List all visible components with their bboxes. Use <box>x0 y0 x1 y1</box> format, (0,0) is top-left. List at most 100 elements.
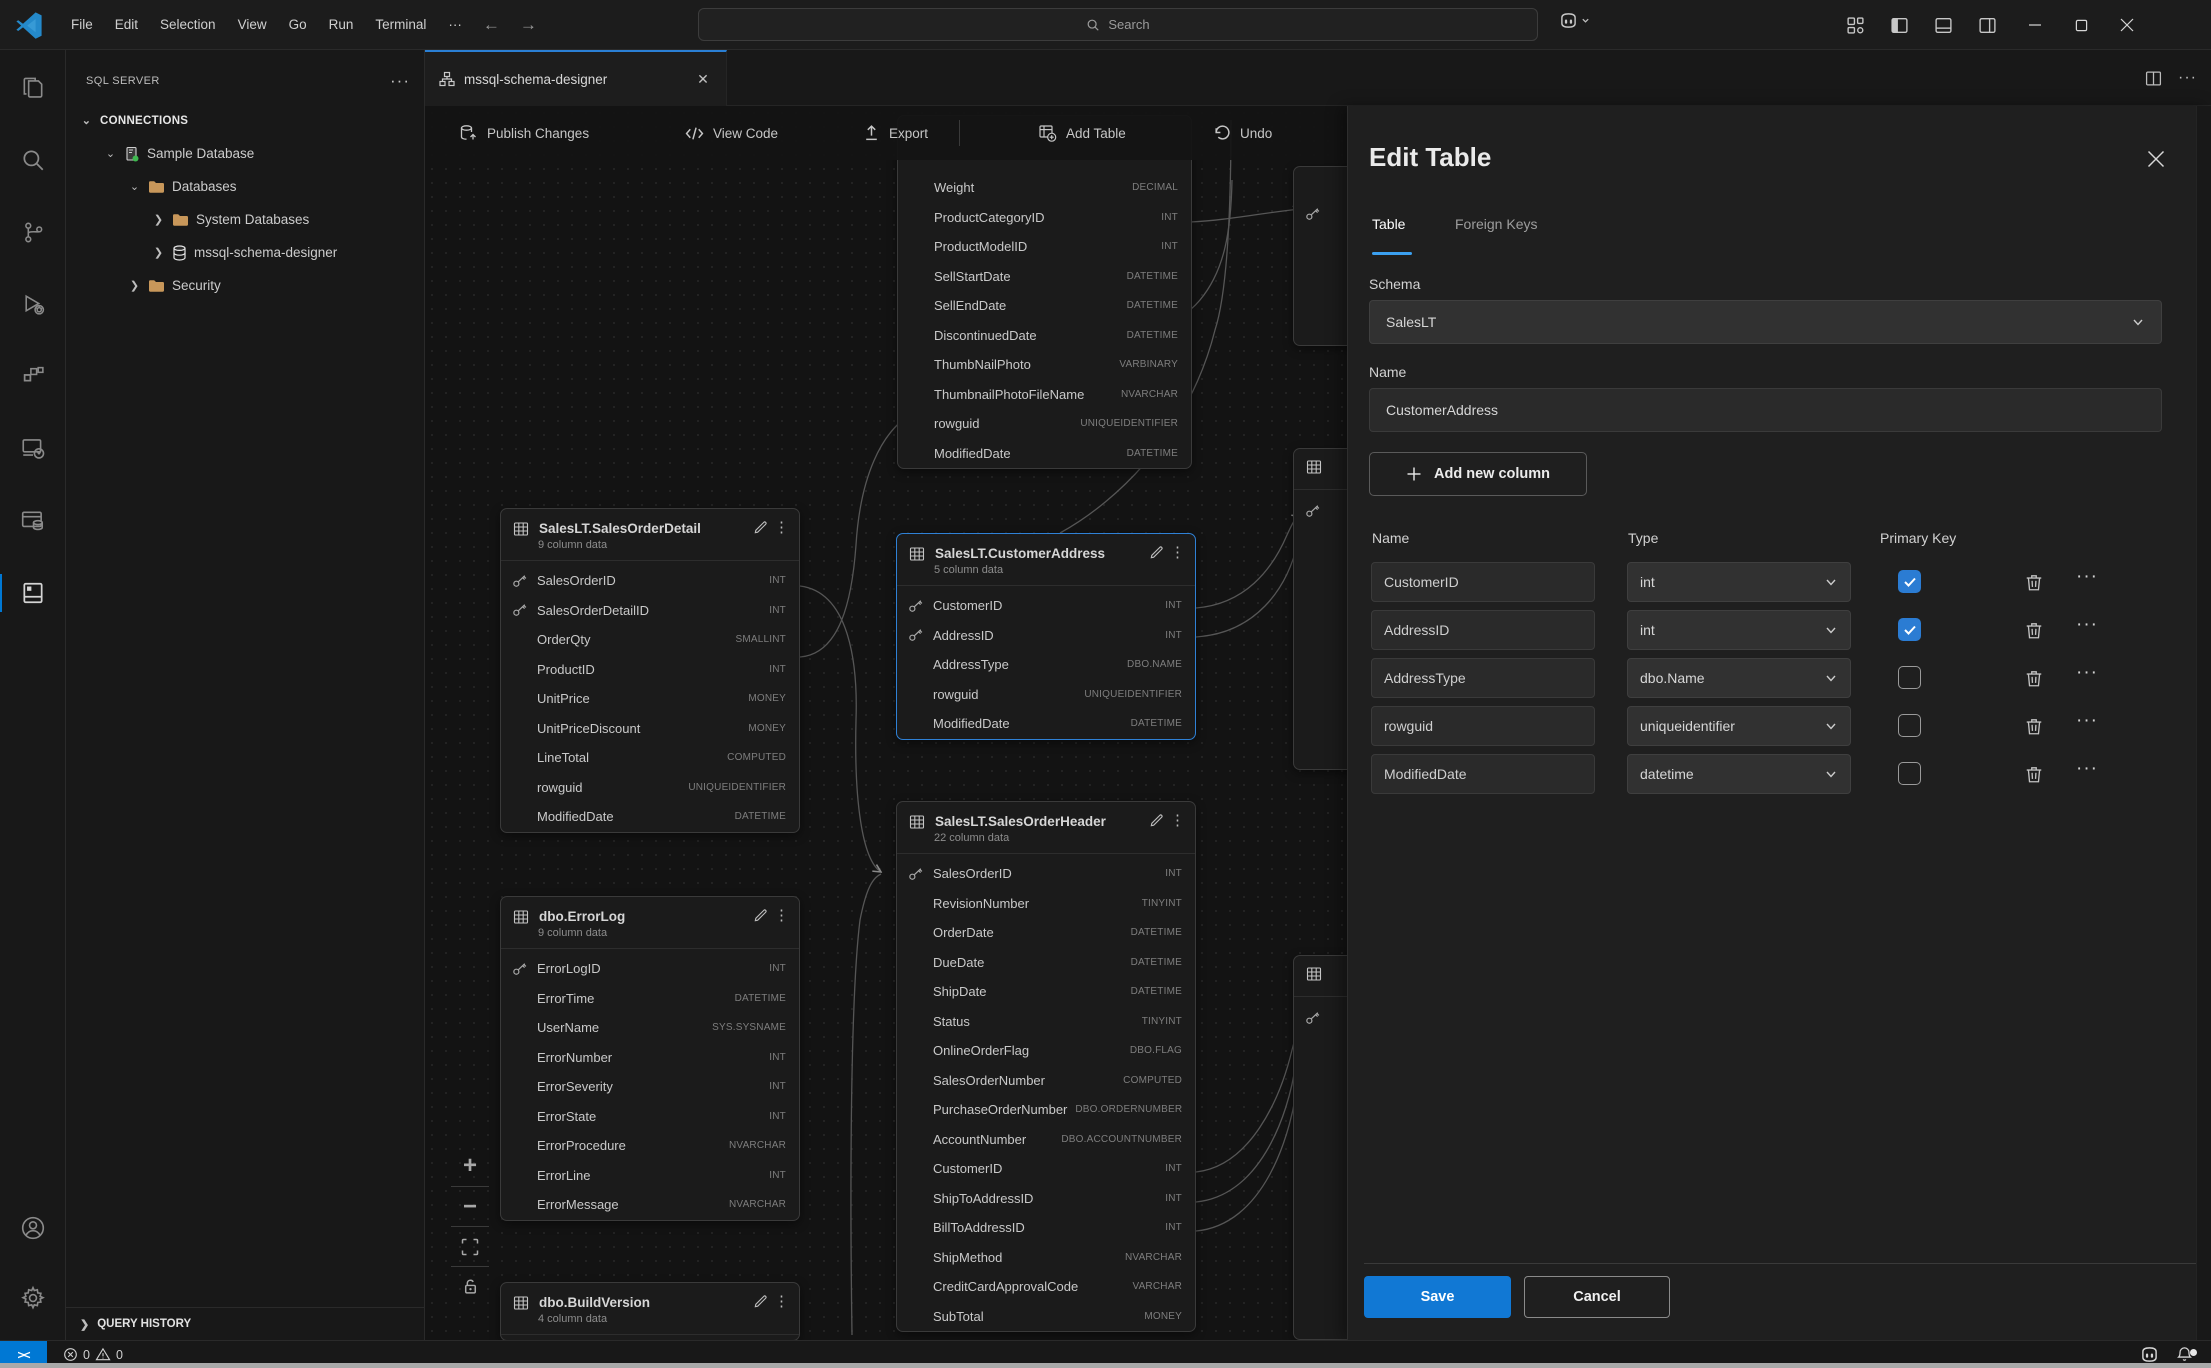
delete-column-icon[interactable] <box>2022 618 2046 642</box>
delete-column-icon[interactable] <box>2022 714 2046 738</box>
table-node-product-partial[interactable]: WeightDECIMALProductCategoryIDINTProduct… <box>897 115 1192 469</box>
primary-key-checkbox[interactable] <box>1898 666 1921 689</box>
sidebar-more-actions-icon[interactable]: ··· <box>390 71 410 91</box>
activity-search-icon[interactable] <box>0 136 66 184</box>
nav-forward-icon[interactable]: → <box>510 15 547 35</box>
column-type-select[interactable]: datetime <box>1627 754 1851 794</box>
toolbar-add-table-button[interactable]: Add Table <box>1030 116 1134 150</box>
column-more-options-icon[interactable]: ··· <box>2076 710 2098 732</box>
menu-go[interactable]: Go <box>278 11 318 38</box>
tree-item-security[interactable]: ❯Security <box>66 269 424 302</box>
toggle-secondary-sidebar-icon[interactable] <box>1970 8 2004 42</box>
zoom-out-button[interactable]: − <box>451 1186 489 1226</box>
edit-table-icon[interactable] <box>753 1294 768 1309</box>
menu-more-icon[interactable]: ··· <box>437 11 473 38</box>
column-more-options-icon[interactable]: ··· <box>2076 614 2098 636</box>
column-name-input[interactable]: AddressID <box>1371 610 1595 650</box>
edit-table-icon[interactable] <box>1149 813 1164 828</box>
toolbar-publish-changes-button[interactable]: Publish Changes <box>451 116 597 150</box>
activity-run-debug-icon[interactable] <box>0 280 66 328</box>
activity-explorer-icon[interactable] <box>0 64 66 112</box>
tab-table[interactable]: Table <box>1372 216 1405 238</box>
menu-selection[interactable]: Selection <box>149 11 227 38</box>
column-more-options-icon[interactable]: ··· <box>2076 758 2098 780</box>
column-name-input[interactable]: CustomerID <box>1371 562 1595 602</box>
table-node-sales-order-header[interactable]: SalesLT.SalesOrderHeader⋮22 column dataS… <box>896 801 1196 1332</box>
edit-table-icon[interactable] <box>1149 545 1164 560</box>
primary-key-checkbox[interactable] <box>1898 714 1921 737</box>
tree-item-system-databases[interactable]: ❯System Databases <box>66 203 424 236</box>
table-node-error-log[interactable]: dbo.ErrorLog⋮9 column dataErrorLogIDINTE… <box>500 896 800 1221</box>
minimize-button[interactable] <box>2012 0 2058 50</box>
tab-mssql-schema-designer[interactable]: mssql-schema-designer ✕ <box>425 50 727 106</box>
tab-foreign-keys[interactable]: Foreign Keys <box>1455 216 1537 238</box>
toolbar-undo-button[interactable]: Undo <box>1205 116 1280 150</box>
table-name-input[interactable]: CustomerAddress <box>1369 388 2162 432</box>
toggle-sidebar-icon[interactable] <box>1882 8 1916 42</box>
primary-key-checkbox[interactable] <box>1898 762 1921 785</box>
table-node-sales-order-detail[interactable]: SalesLT.SalesOrderDetail⋮9 column dataSa… <box>500 508 800 833</box>
column-type-select[interactable]: int <box>1627 610 1851 650</box>
zoom-in-button[interactable]: + <box>451 1146 489 1186</box>
column-name-input[interactable]: ModifiedDate <box>1371 754 1595 794</box>
menu-edit[interactable]: Edit <box>104 11 149 38</box>
table-menu-icon[interactable]: ⋮ <box>774 908 789 923</box>
add-new-column-button[interactable]: Add new column <box>1369 452 1587 496</box>
tree-item-sample-database[interactable]: ⌄Sample Database <box>66 137 424 170</box>
save-button[interactable]: Save <box>1364 1276 1511 1318</box>
copilot-status-icon[interactable] <box>2131 1346 2168 1363</box>
toolbar-view-code-button[interactable]: View Code <box>677 116 786 150</box>
table-node-customer-address[interactable]: SalesLT.CustomerAddress⋮5 column dataCus… <box>896 533 1196 740</box>
panel-close-icon[interactable] <box>2141 144 2171 174</box>
tree-item-connections[interactable]: ⌄CONNECTIONS <box>66 104 424 137</box>
activity-source-control-icon[interactable] <box>0 208 66 256</box>
tree-item-databases[interactable]: ⌄Databases <box>66 170 424 203</box>
activity-settings-icon[interactable] <box>0 1274 66 1322</box>
menu-view[interactable]: View <box>227 11 278 38</box>
nav-back-icon[interactable]: ← <box>473 15 510 35</box>
lock-canvas-button[interactable] <box>451 1266 489 1306</box>
tree-item-mssql-schema-designer[interactable]: ❯mssql-schema-designer <box>66 236 424 269</box>
cancel-button[interactable]: Cancel <box>1524 1276 1670 1318</box>
search-input[interactable]: Search <box>698 8 1538 41</box>
toolbar-export-button[interactable]: Export <box>855 116 936 150</box>
column-more-options-icon[interactable]: ··· <box>2076 662 2098 684</box>
close-window-button[interactable] <box>2104 0 2150 50</box>
activity-schema-visualizer-icon[interactable] <box>0 569 66 617</box>
primary-key-checkbox[interactable] <box>1898 570 1921 593</box>
primary-key-checkbox[interactable] <box>1898 618 1921 641</box>
schema-select[interactable]: SalesLT <box>1369 300 2162 344</box>
table-menu-icon[interactable]: ⋮ <box>1170 545 1185 560</box>
delete-column-icon[interactable] <box>2022 570 2046 594</box>
tab-close-icon[interactable]: ✕ <box>692 68 714 90</box>
column-type-select[interactable]: uniqueidentifier <box>1627 706 1851 746</box>
column-type-select[interactable]: int <box>1627 562 1851 602</box>
activity-extensions-icon[interactable] <box>0 352 66 400</box>
table-menu-icon[interactable]: ⋮ <box>774 1294 789 1309</box>
copilot-menu[interactable] <box>1558 12 1590 29</box>
table-node-build-version[interactable]: dbo.BuildVersion⋮4 column data <box>500 1282 800 1340</box>
menu-run[interactable]: Run <box>318 11 365 38</box>
activity-account-icon[interactable] <box>0 1204 66 1252</box>
fit-view-button[interactable] <box>451 1226 489 1266</box>
table-menu-icon[interactable]: ⋮ <box>1170 813 1185 828</box>
edit-table-icon[interactable] <box>753 908 768 923</box>
menu-terminal[interactable]: Terminal <box>364 11 437 38</box>
activity-remote-explorer-icon[interactable] <box>0 424 66 472</box>
customize-layout-icon[interactable] <box>1838 8 1872 42</box>
column-name-input[interactable]: rowguid <box>1371 706 1595 746</box>
query-history-section[interactable]: ❯ QUERY HISTORY <box>66 1307 424 1340</box>
edit-table-icon[interactable] <box>753 520 768 535</box>
column-more-options-icon[interactable]: ··· <box>2076 566 2098 588</box>
activity-sql-server-icon[interactable] <box>0 497 66 545</box>
table-menu-icon[interactable]: ⋮ <box>774 520 789 535</box>
delete-column-icon[interactable] <box>2022 666 2046 690</box>
notifications-bell-icon[interactable] <box>2168 1346 2201 1363</box>
delete-column-icon[interactable] <box>2022 762 2046 786</box>
column-type-select[interactable]: dbo.Name <box>1627 658 1851 698</box>
editor-more-actions-icon[interactable]: ··· <box>2178 69 2197 87</box>
maximize-button[interactable] <box>2058 0 2104 50</box>
column-name-input[interactable]: AddressType <box>1371 658 1595 698</box>
menu-file[interactable]: File <box>60 11 104 38</box>
toggle-panel-icon[interactable] <box>1926 8 1960 42</box>
